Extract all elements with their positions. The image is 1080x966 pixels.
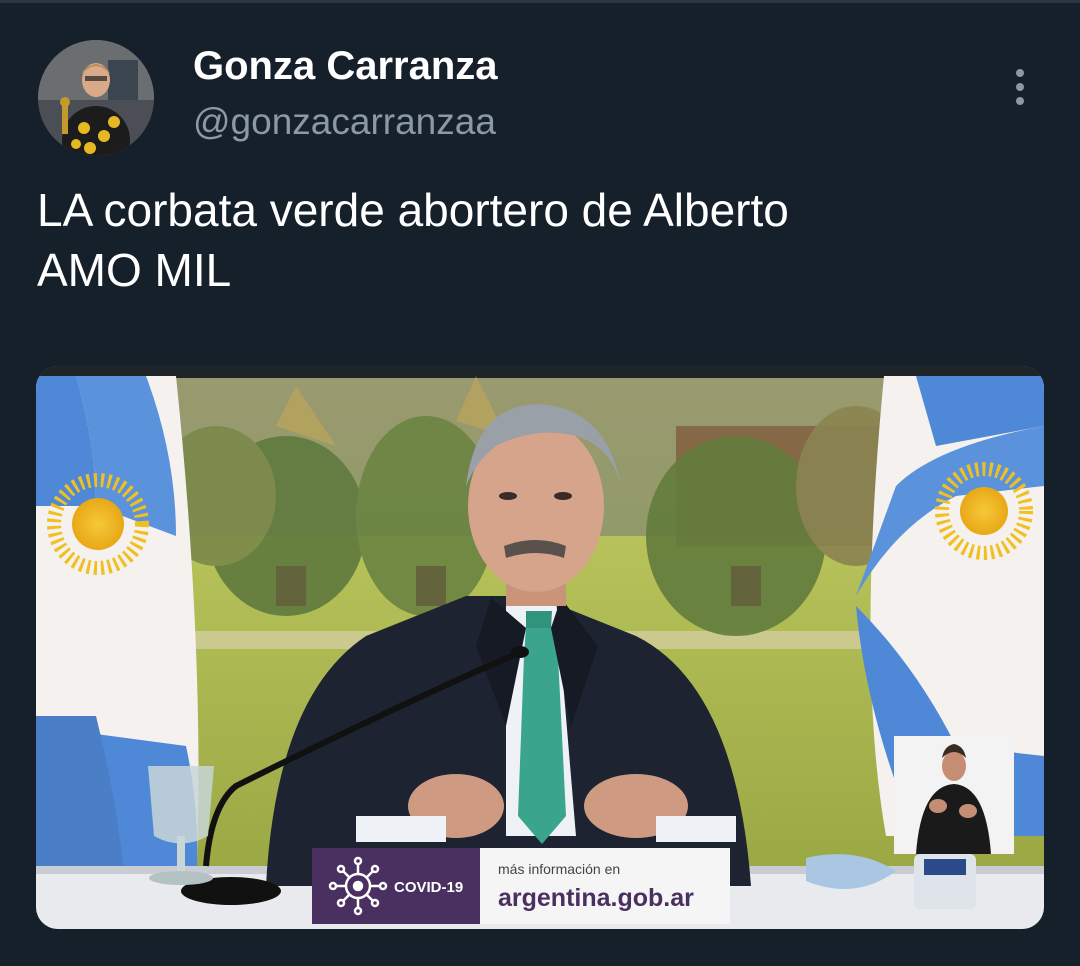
- author-handle[interactable]: @gonzacarranzaa: [193, 101, 496, 143]
- tweet-text: LA corbata verde abortero de Alberto AMO…: [37, 180, 1037, 300]
- tweet-media-image[interactable]: COVID-19 más información en argentina.go…: [36, 366, 1044, 929]
- banner-url: argentina.gob.ar: [498, 884, 694, 912]
- tweet-text-line-1: LA corbata verde abortero de Alberto: [37, 184, 789, 236]
- desk-jar: [914, 854, 976, 909]
- banner-covid-label: COVID-19: [394, 879, 463, 896]
- top-divider: [0, 0, 1080, 3]
- profile-photo: [38, 40, 154, 156]
- author-display-name[interactable]: Gonza Carranza: [193, 44, 498, 89]
- avatar[interactable]: [38, 40, 154, 156]
- tweet-text-line-2: AMO MIL: [37, 244, 232, 296]
- banner-more-info-label: más información en: [498, 861, 620, 877]
- covid-banner: COVID-19 más información en argentina.go…: [312, 848, 730, 924]
- more-vertical-icon[interactable]: [1004, 62, 1036, 112]
- sign-language-interpreter: [894, 736, 1014, 854]
- virus-icon: [328, 856, 388, 916]
